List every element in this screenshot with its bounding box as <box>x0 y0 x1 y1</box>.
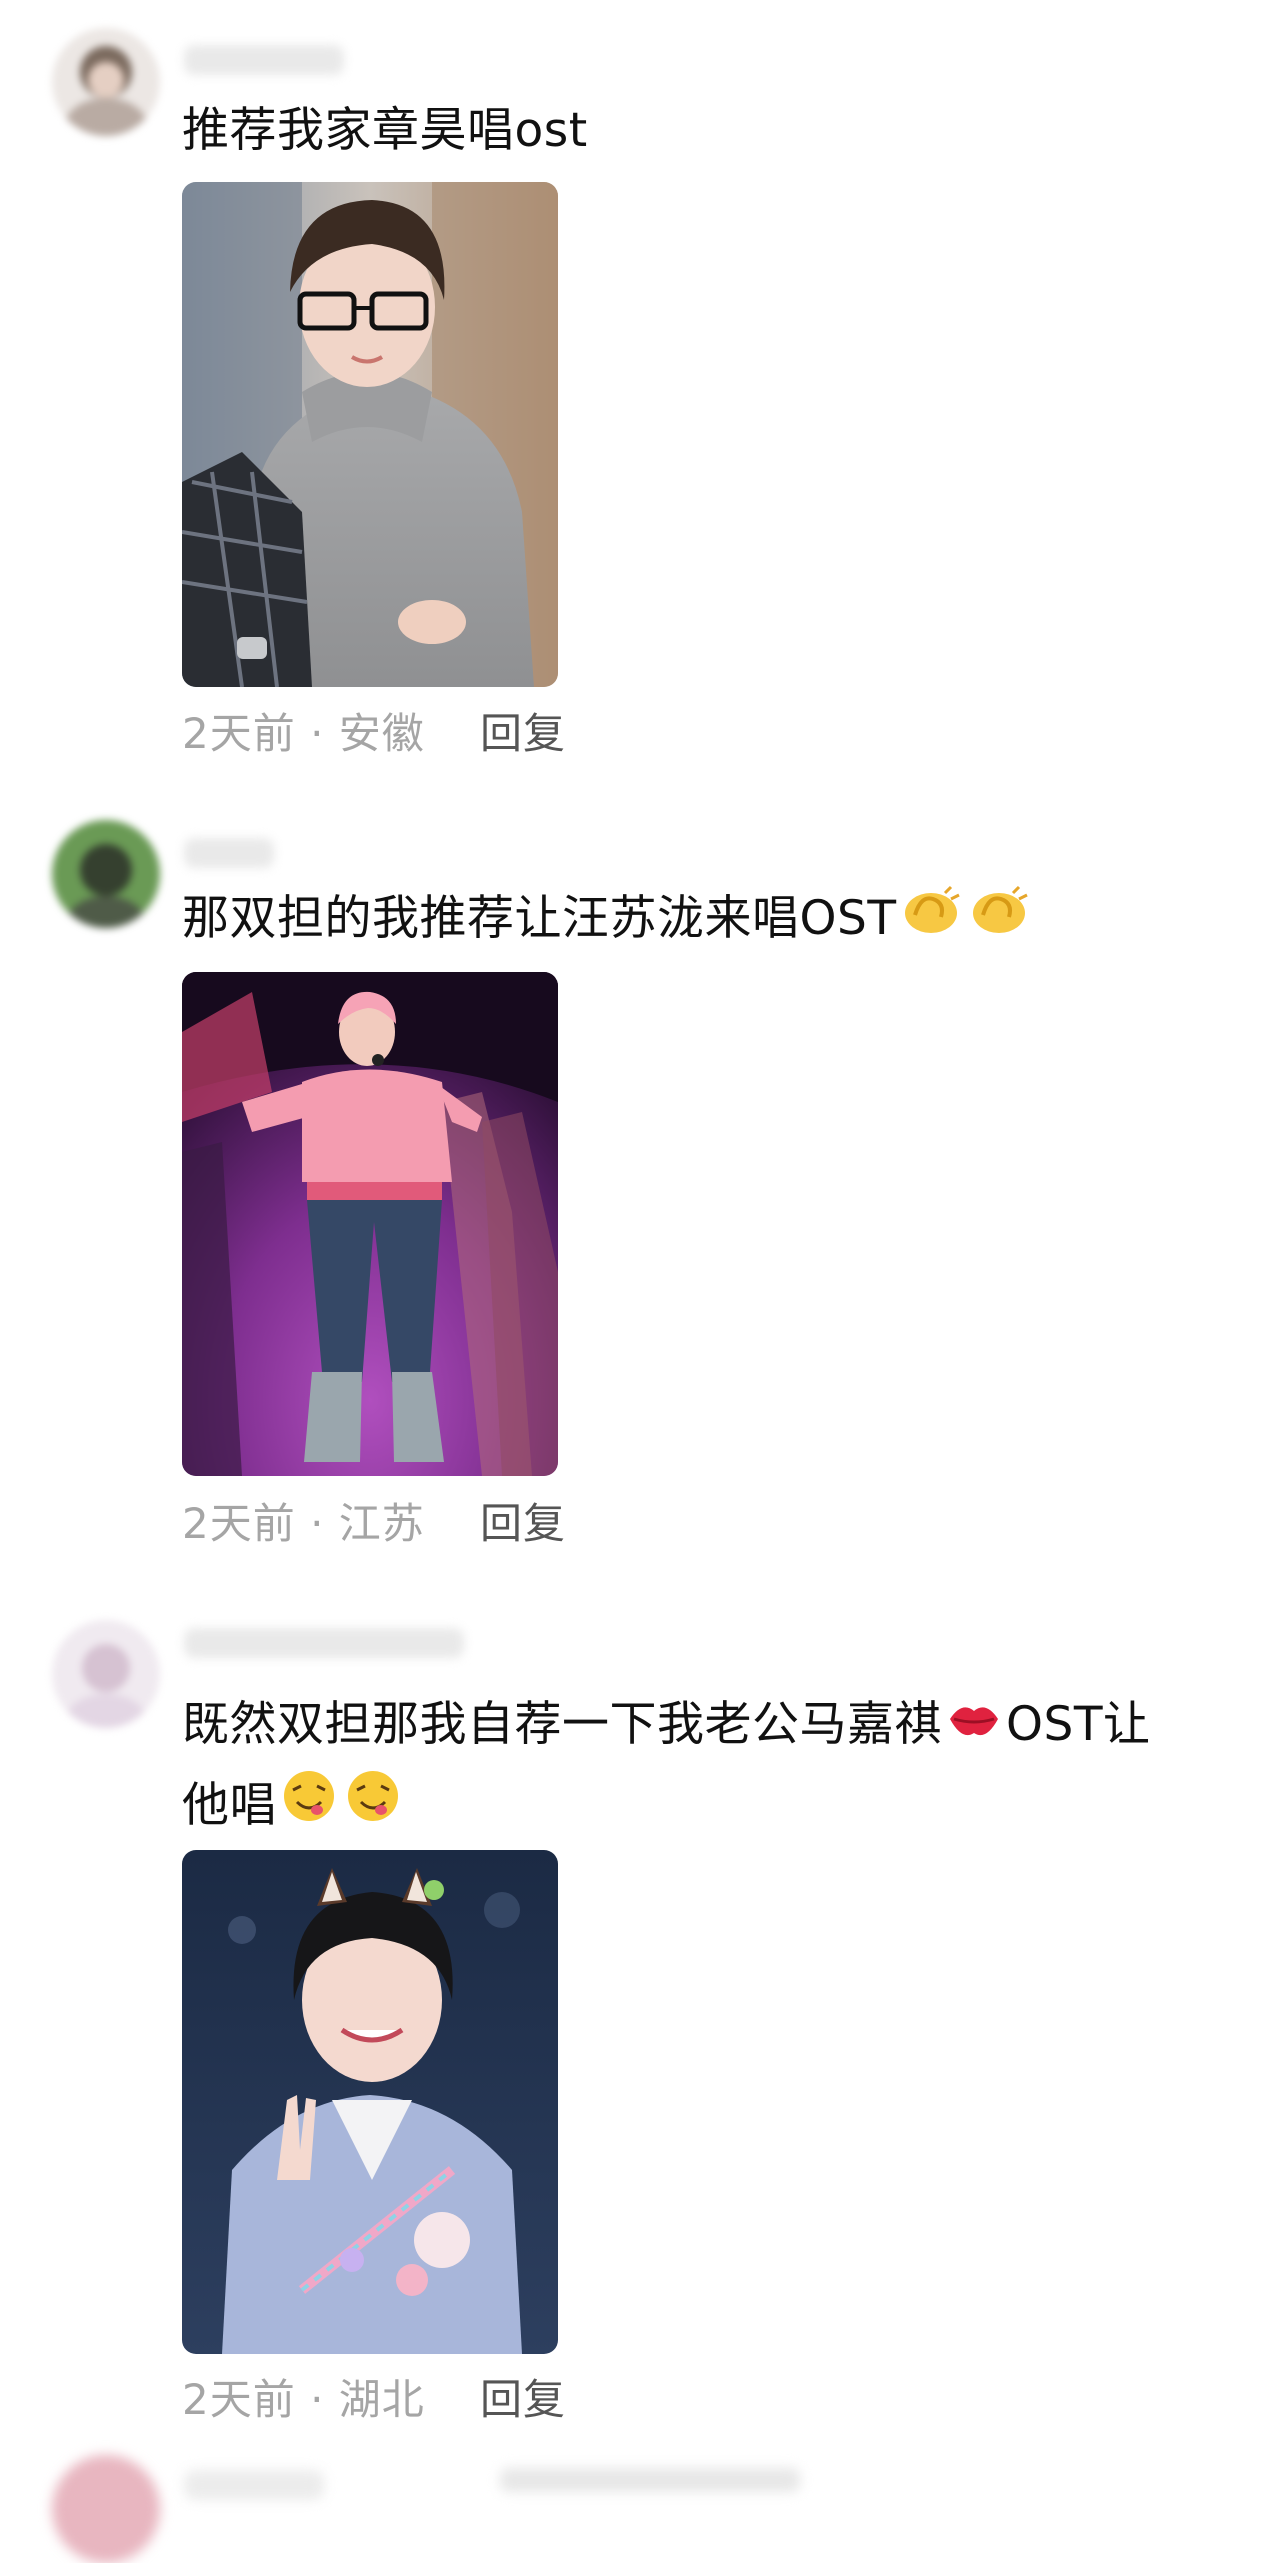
comment-text-content: 他唱 <box>182 1777 277 1833</box>
reply-button[interactable]: 回复 <box>480 700 566 761</box>
clap-emoji <box>901 883 961 961</box>
avatar[interactable] <box>52 28 160 136</box>
comment-text: 既然双担那我自荐一下我老公马嘉祺 OST让 他唱 <box>182 1686 1242 1848</box>
comment-text-content: 既然双担那我自荐一下我老公马嘉祺 <box>182 1697 942 1752</box>
comment-text: 推荐我家章昊唱ost <box>182 92 1242 170</box>
comment-meta: 2天前 · 安徽 <box>182 700 425 761</box>
comment-text-content: 那双担的我推荐让汪苏泷来唱OST <box>182 891 897 946</box>
comment-text-content: OST让 <box>1006 1697 1151 1752</box>
comment-text-content: 推荐我家章昊唱ost <box>182 103 588 158</box>
comment-image[interactable] <box>182 972 558 1476</box>
blurred-content <box>500 2468 800 2492</box>
username[interactable] <box>184 2470 324 2500</box>
avatar[interactable] <box>52 1620 160 1728</box>
comment-meta-text: 2天前 · 江苏 <box>182 1499 425 1548</box>
avatar[interactable] <box>52 820 160 928</box>
clap-emoji <box>969 883 1029 961</box>
avatar[interactable] <box>52 2455 160 2563</box>
yum-emoji <box>281 1768 337 1848</box>
comment-text: 那双担的我推荐让汪苏泷来唱OST <box>182 880 1242 961</box>
comment-meta-text: 2天前 · 湖北 <box>182 2375 425 2424</box>
reply-label: 回复 <box>480 1499 567 1548</box>
yum-emoji <box>345 1768 401 1848</box>
reply-button[interactable]: 回复 <box>480 1490 566 1551</box>
reply-label: 回复 <box>480 2375 567 2424</box>
reply-label: 回复 <box>480 709 567 758</box>
reply-button[interactable]: 回复 <box>480 2366 566 2427</box>
username[interactable] <box>184 45 344 75</box>
comment-meta: 2天前 · 江苏 <box>182 1490 425 1551</box>
username[interactable] <box>184 838 274 868</box>
comment-meta-text: 2天前 · 安徽 <box>182 709 425 758</box>
comment-meta: 2天前 · 湖北 <box>182 2366 425 2427</box>
username[interactable] <box>184 1628 464 1658</box>
kiss-emoji <box>946 1689 1002 1767</box>
comment-image[interactable] <box>182 182 558 687</box>
comment-image[interactable] <box>182 1850 558 2354</box>
